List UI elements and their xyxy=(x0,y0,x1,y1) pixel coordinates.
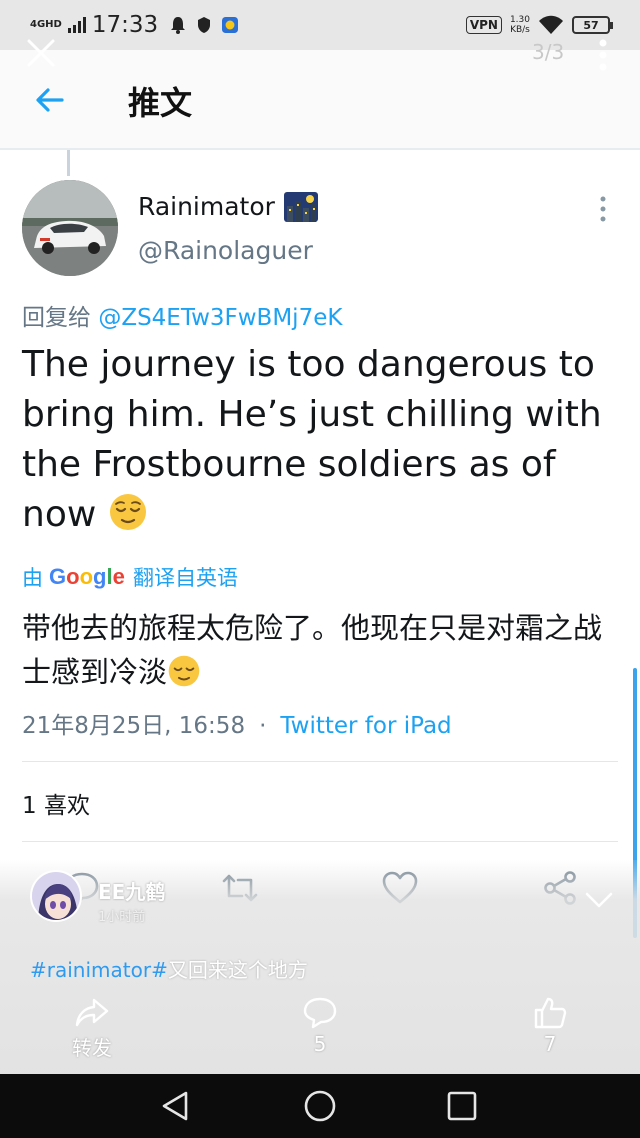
reply-to-link[interactable]: @ZS4ETw3FwBMj7eK xyxy=(98,305,342,331)
reply-context: 回复给 @ZS4ETw3FwBMj7eK xyxy=(22,298,342,332)
repost-label: 转发 xyxy=(72,1036,112,1060)
meta-separator: · xyxy=(259,713,267,739)
tweet-source-link[interactable]: Twitter for iPad xyxy=(280,713,451,739)
forward-arrow-icon xyxy=(75,998,109,1027)
arrow-left-icon[interactable] xyxy=(34,84,66,116)
translation-body: 带他去的旅程太危险了。他现在只是对霜之战士感到冷淡 xyxy=(22,611,603,689)
network-indicator: 4GHD xyxy=(30,19,62,30)
system-navigation-bar xyxy=(0,1074,640,1138)
battery-level: 57 xyxy=(583,18,599,32)
car-photo-avatar xyxy=(22,180,118,276)
svg-text:Google: Google xyxy=(49,564,125,589)
avatar[interactable] xyxy=(22,180,118,276)
notification-bell-icon xyxy=(171,17,186,34)
shield-icon xyxy=(198,17,211,33)
poster-timestamp: 1小时前 xyxy=(98,910,146,925)
tweet-meta: 21年8月25日, 16:58 · Twitter for iPad xyxy=(22,706,452,740)
poster-avatar[interactable] xyxy=(30,870,82,922)
tweet-date: 21年8月25日, 16:58 xyxy=(22,713,246,739)
translation-attribution[interactable]: 由 Google 翻译自英语 xyxy=(22,562,238,592)
display-name[interactable]: Rainimator xyxy=(138,192,275,221)
speed-value: 1.30 xyxy=(509,15,530,25)
tweet-text: The journey is too dangerous to bring hi… xyxy=(22,340,622,540)
post-caption: #rainimator#又回来这个地方 xyxy=(30,954,308,983)
likes-count[interactable]: 1 喜欢 xyxy=(22,786,90,820)
night-city-emoji-icon xyxy=(284,192,318,222)
tweet-more-icon[interactable] xyxy=(598,196,608,222)
divider xyxy=(22,761,618,762)
translated-prefix: 由 xyxy=(22,566,43,590)
back-triangle-icon[interactable] xyxy=(158,1088,194,1124)
translated-suffix: 翻译自英语 xyxy=(133,566,238,590)
home-circle-icon[interactable] xyxy=(302,1088,338,1124)
speed-unit: KB/s xyxy=(510,25,530,35)
like-count: 7 xyxy=(543,1032,557,1056)
repost-button[interactable]: 转发 xyxy=(42,996,142,1060)
chevron-down-icon[interactable] xyxy=(584,890,614,910)
battery-indicator: 57 xyxy=(572,16,613,34)
poster-name[interactable]: EE九鹤 xyxy=(98,876,165,905)
status-right-group: VPN 1.30 KB/s 57 xyxy=(465,15,613,35)
comment-button[interactable]: 5 xyxy=(270,996,370,1060)
caption-text: 又回来这个地方 xyxy=(167,958,308,982)
gallery-page-counter: 3/3 xyxy=(532,40,565,64)
more-options-icon[interactable] xyxy=(596,38,610,72)
recents-square-icon[interactable] xyxy=(444,1088,480,1124)
app-header: 推文 xyxy=(0,50,640,150)
signal-icon xyxy=(67,17,86,33)
divider xyxy=(22,841,618,842)
close-icon[interactable] xyxy=(24,36,58,70)
vpn-badge: VPN xyxy=(465,16,502,34)
wifi-icon xyxy=(539,15,563,34)
relieved-face-emoji-icon xyxy=(168,655,200,687)
app-notification-icon xyxy=(222,17,239,33)
page-title: 推文 xyxy=(128,84,193,122)
thumbs-up-icon xyxy=(534,997,567,1029)
user-handle[interactable]: @Rainolaguer xyxy=(138,236,313,265)
screen: 4GHD 17:33 VPN 1.30 KB/s 57 推文 3/3 Raini… xyxy=(0,0,640,1138)
reply-prefix: 回复给 xyxy=(22,305,99,331)
clock: 17:33 xyxy=(91,12,159,38)
google-logo-icon: Google xyxy=(49,564,125,589)
caption-hashtag[interactable]: #rainimator# xyxy=(30,958,168,982)
relieved-face-emoji-icon xyxy=(109,494,146,530)
comment-count: 5 xyxy=(313,1032,327,1056)
like-button[interactable]: 7 xyxy=(500,996,600,1060)
translated-text: 带他去的旅程太危险了。他现在只是对霜之战士感到冷淡 xyxy=(22,606,622,694)
thread-connector xyxy=(67,150,70,176)
comment-bubble-icon xyxy=(303,997,337,1029)
network-speed: 1.30 KB/s xyxy=(510,15,530,35)
